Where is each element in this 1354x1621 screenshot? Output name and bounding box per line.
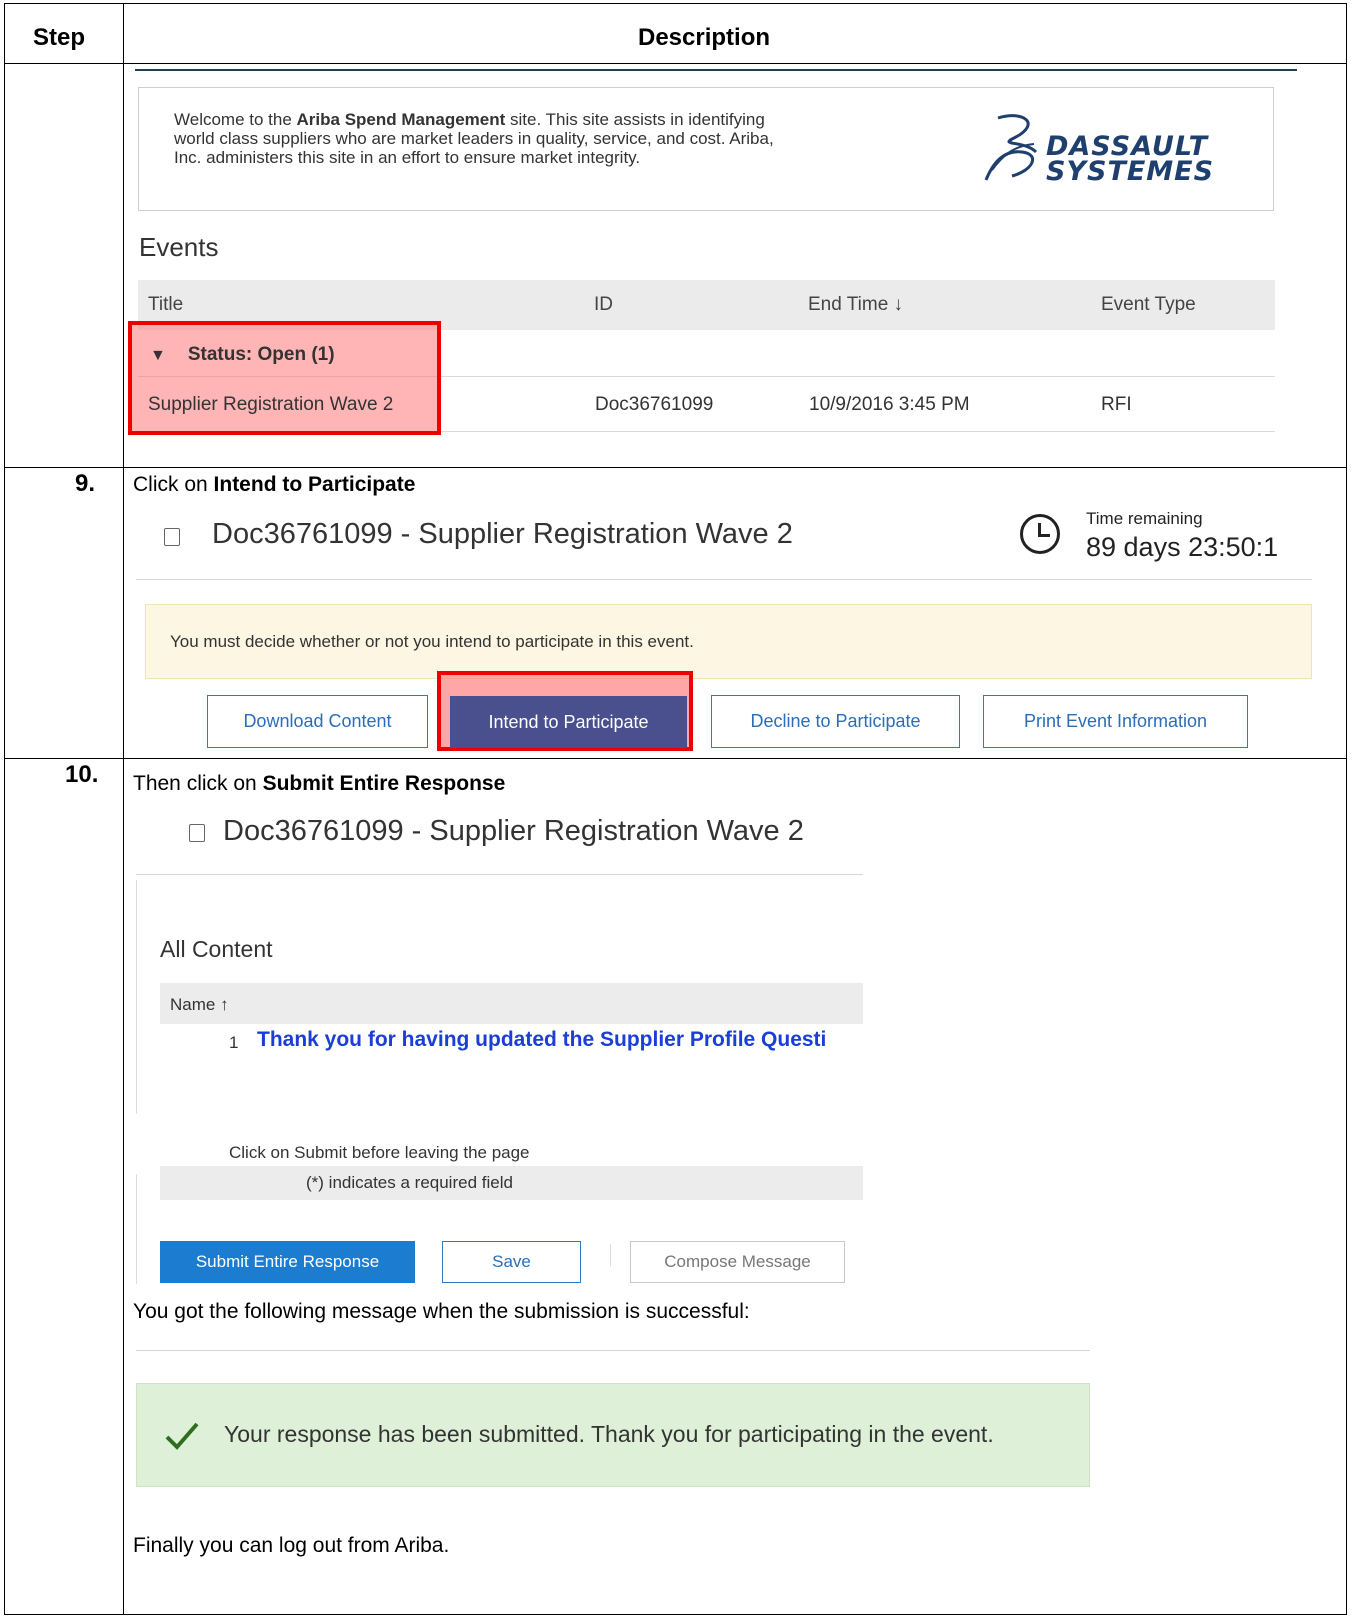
time-remaining-value: 89 days 23:50:1 — [1086, 532, 1279, 562]
button-separator — [610, 1244, 611, 1266]
header-description: Description — [638, 24, 771, 51]
logo-wordmark: DASSAULT SYSTEMES — [1046, 131, 1215, 187]
step-number-10: 10. — [65, 761, 99, 788]
instruction-table: Step Description Welcome to the Ariba Sp… — [4, 3, 1347, 1615]
events-heading: Events — [139, 232, 219, 262]
step9-doc-title: Doc36761099 - Supplier Registration Wave… — [212, 518, 793, 550]
column-divider — [123, 4, 124, 1614]
step10-instruction: Then click on Submit Entire Response — [133, 772, 506, 795]
dassault-logo: DASSAULT SYSTEMES — [984, 110, 1244, 187]
required-note: (*) indicates a required field — [306, 1173, 513, 1192]
step-number-9: 9. — [75, 470, 96, 497]
header-step: Step — [33, 24, 86, 51]
row-divider-9 — [5, 467, 1346, 468]
notice-text: You must decide whether or not you inten… — [170, 632, 694, 651]
download-content-button[interactable]: Download Content — [207, 695, 428, 748]
event-title-link[interactable]: Supplier Registration Wave 2 — [148, 394, 393, 416]
success-message: Your response has been submitted. Thank … — [224, 1421, 994, 1447]
submit-entire-response-button[interactable]: Submit Entire Response — [160, 1241, 415, 1283]
expand-triangle-icon: ▼ — [150, 347, 166, 364]
highlight-box — [128, 321, 441, 435]
success-message-box: Your response has been submitted. Thank … — [136, 1383, 1090, 1487]
row-divider-10 — [5, 758, 1346, 759]
top-rule — [135, 69, 1297, 71]
submit-note: Click on Submit before leaving the page — [229, 1143, 530, 1162]
col-end-time[interactable]: End Time ↓ — [808, 294, 903, 316]
content-table-header: Name ↑ — [160, 983, 863, 1024]
required-field-bar: (*) indicates a required field — [160, 1166, 863, 1200]
final-text: Finally you can log out from Ariba. — [133, 1534, 450, 1557]
participation-notice: You must decide whether or not you inten… — [145, 604, 1312, 679]
content-item-link[interactable]: Thank you for having updated the Supplie… — [257, 1028, 863, 1052]
panel-left-border — [136, 1174, 137, 1284]
decline-to-participate-button[interactable]: Decline to Participate — [711, 695, 960, 748]
document-icon — [189, 824, 205, 842]
col-event-type[interactable]: Event Type — [1101, 294, 1196, 316]
document-icon — [164, 528, 180, 546]
checkmark-icon — [165, 1422, 199, 1450]
col-id[interactable]: ID — [594, 294, 613, 316]
welcome-box: Welcome to the Ariba Spend Management si… — [138, 87, 1274, 211]
print-event-information-button[interactable]: Print Event Information — [983, 695, 1248, 748]
item-number: 1 — [229, 1033, 239, 1052]
success-intro-text: You got the following message when the s… — [133, 1300, 750, 1323]
name-column-header[interactable]: Name ↑ — [170, 995, 229, 1015]
col-title[interactable]: Title — [148, 294, 183, 316]
event-type: RFI — [1101, 394, 1132, 415]
header-row-divider — [5, 63, 1346, 64]
divider — [136, 874, 863, 875]
panel-left-border — [136, 880, 137, 1114]
step9-instruction: Click on Intend to Participate — [133, 473, 416, 496]
divider — [136, 579, 1312, 580]
compose-message-button[interactable]: Compose Message — [630, 1241, 845, 1283]
divider — [136, 1350, 1090, 1351]
save-button[interactable]: Save — [442, 1241, 581, 1283]
welcome-text: Welcome to the Ariba Spend Management si… — [174, 110, 774, 167]
event-end-time: 10/9/2016 3:45 PM — [809, 394, 970, 415]
event-id: Doc36761099 — [595, 394, 714, 415]
all-content-heading: All Content — [160, 936, 273, 962]
step10-doc-title: Doc36761099 - Supplier Registration Wave… — [223, 815, 804, 847]
status-open-group[interactable]: ▼ Status: Open (1) — [150, 344, 335, 366]
clock-icon — [1020, 514, 1060, 554]
intend-to-participate-button[interactable]: Intend to Participate — [450, 696, 687, 748]
ds-logo-icon — [984, 114, 1038, 181]
time-remaining-label: Time remaining — [1086, 509, 1203, 528]
